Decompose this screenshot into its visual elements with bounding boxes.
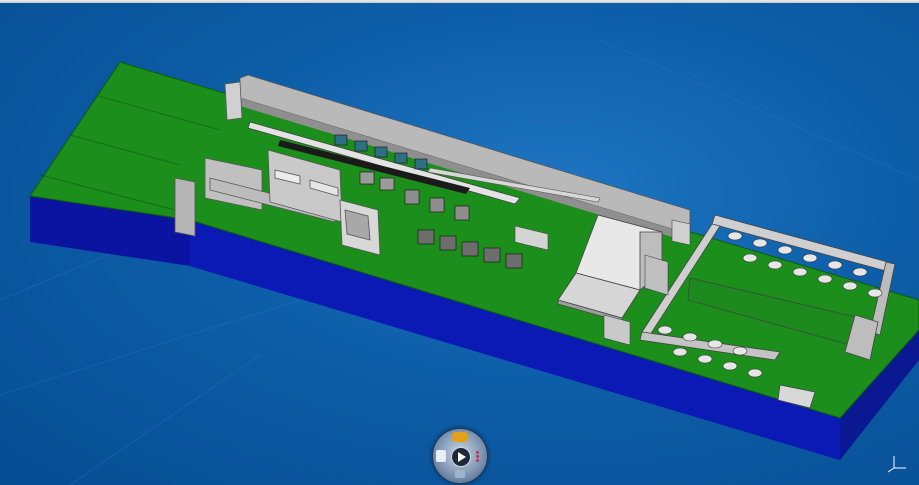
3d-viewport[interactable] [0,0,919,485]
play-icon[interactable] [451,447,471,467]
xyz-axis-icon [887,456,906,473]
pan-icon[interactable] [455,470,465,478]
navigation-wheel[interactable] [432,428,488,484]
view-cube-icon[interactable] [436,450,446,462]
orbit-icon[interactable] [452,432,468,442]
plant-model-scene[interactable] [0,0,919,485]
dots-menu-icon[interactable] [474,450,484,462]
